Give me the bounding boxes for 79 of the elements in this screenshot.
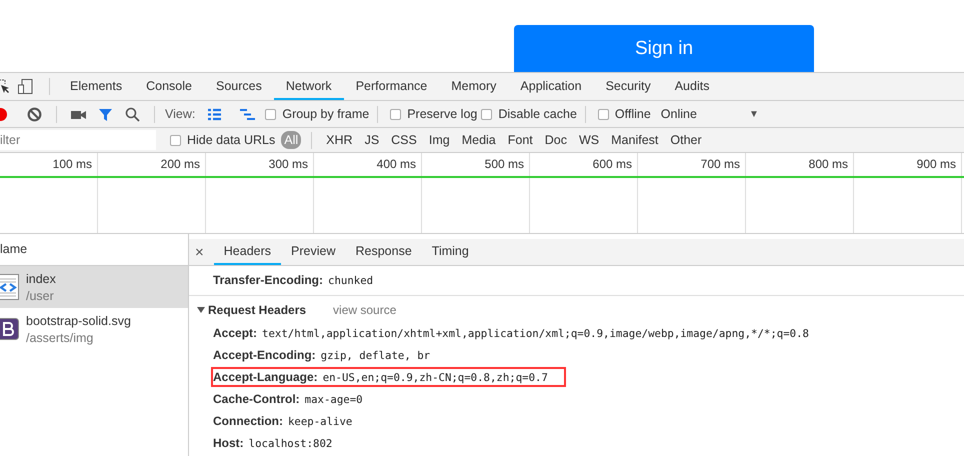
device-toolbar-icon[interactable] (18, 79, 33, 94)
clear-icon[interactable] (27, 106, 42, 122)
panel-tab[interactable]: Console (134, 73, 204, 100)
detail-tab[interactable]: Headers (214, 239, 282, 265)
checkbox[interactable] (390, 108, 402, 120)
panel-tab[interactable]: Application (508, 73, 594, 100)
panel-tab[interactable]: Security (594, 73, 663, 100)
detail-tab[interactable]: Timing (422, 239, 479, 265)
html-file-icon (0, 274, 19, 300)
header-name: Connection: (213, 414, 283, 428)
filter-icon[interactable] (98, 106, 113, 122)
header-name: Accept-Encoding: (213, 348, 316, 362)
panel-tab[interactable]: Elements (58, 73, 134, 100)
sign-in-button[interactable]: Sign in (514, 25, 814, 72)
time-tick: 200 ms (160, 157, 200, 171)
view-label: View: (165, 107, 196, 121)
type-filter[interactable]: Font (504, 132, 537, 148)
header-value: localhost:802 (248, 437, 332, 450)
request-row[interactable]: bootstrap-solid.svg /asserts/img (0, 308, 188, 350)
checkbox-label: Disable cache (498, 107, 577, 121)
type-filter[interactable]: Img (424, 132, 454, 148)
waterfall-view-icon[interactable] (240, 106, 256, 122)
bootstrap-logo-icon (0, 316, 19, 342)
header-name: Host: (213, 436, 244, 450)
request-name: index (26, 272, 56, 286)
header-value: en-US,en;q=0.9,zh-CN;q=0.8,zh;q=0.7 (322, 371, 548, 384)
time-tick: 400 ms (376, 157, 416, 171)
checkbox-label: Group by frame (282, 107, 370, 121)
checkbox[interactable] (481, 108, 492, 120)
dropdown-caret[interactable]: ▼ (748, 108, 759, 120)
type-filter[interactable]: WS (575, 132, 604, 148)
search-icon[interactable] (125, 106, 140, 122)
header-name: Transfer-Encoding: (213, 273, 324, 287)
request-path: /asserts/img (26, 330, 94, 344)
header-name: Accept-Language: (213, 370, 318, 384)
time-tick: 900 ms (916, 157, 956, 171)
panel-tab[interactable]: Audits (662, 73, 722, 100)
list-view-icon[interactable] (207, 106, 222, 122)
type-filter[interactable]: XHR (322, 132, 357, 148)
header-value: text/html,application/xhtml+xml,application/xml;q=0.9,image/webp,image/apng,*/*;q=0.8 (262, 327, 809, 340)
header-value: chunked (328, 274, 374, 287)
request-path: /user (26, 288, 55, 302)
close-icon[interactable]: × (195, 244, 204, 260)
checkbox-label: Offline (614, 107, 651, 121)
panel-tab[interactable]: Memory (439, 73, 508, 100)
type-filter[interactable]: CSS (387, 132, 421, 148)
time-tick: 100 ms (52, 157, 92, 171)
throttling-dropdown[interactable]: Online (660, 107, 697, 121)
header-value: keep-alive (288, 415, 352, 428)
expand-triangle-icon[interactable] (197, 306, 205, 314)
time-tick: 500 ms (484, 157, 524, 171)
checkbox-label: Preserve log (407, 107, 478, 121)
filter-field[interactable]: ilter (0, 130, 156, 150)
time-tick: 700 ms (700, 157, 740, 171)
section-title[interactable]: Request Headers (208, 303, 306, 317)
checkbox[interactable] (598, 108, 609, 120)
type-filter[interactable]: Other (666, 132, 706, 148)
request-name: bootstrap-solid.svg (26, 314, 131, 328)
type-filter[interactable]: Doc (540, 132, 571, 148)
checkbox[interactable] (170, 134, 181, 146)
time-tick: 600 ms (592, 157, 632, 171)
request-row[interactable]: index /user (0, 266, 188, 308)
checkbox-label: Hide data URLs (187, 133, 276, 147)
view-source-link[interactable]: view source (333, 303, 396, 317)
header-value: max-age=0 (304, 393, 363, 406)
type-filter[interactable]: Manifest (607, 132, 662, 148)
detail-tab[interactable]: Preview (281, 239, 346, 265)
header-name: Accept: (213, 326, 258, 340)
checkbox[interactable] (265, 108, 276, 120)
type-filter[interactable]: Media (458, 132, 500, 148)
header-name: Cache-Control: (213, 392, 300, 406)
header-value: gzip, deflate, br (320, 349, 430, 362)
panel-tab[interactable]: Sources (204, 73, 274, 100)
detail-tab[interactable]: Response (345, 239, 422, 265)
column-header[interactable]: lame (0, 242, 28, 256)
panel-tab[interactable]: Performance (344, 73, 440, 100)
time-tick: 300 ms (268, 157, 308, 171)
type-filter[interactable]: JS (360, 132, 384, 148)
time-tick: 800 ms (808, 157, 848, 171)
